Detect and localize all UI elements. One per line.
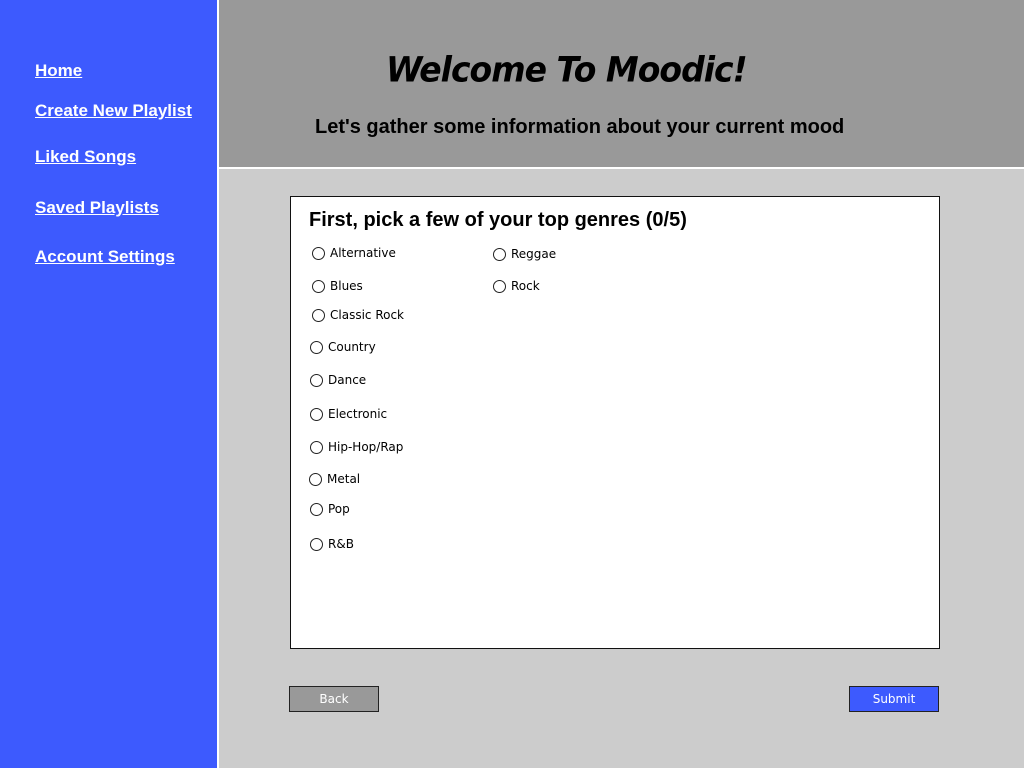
radio-button[interactable] [310,537,323,551]
radio-button[interactable] [312,246,325,260]
nav-home-link[interactable]: Home [35,61,82,81]
genre-option-country[interactable]: Country [310,340,376,354]
genre-label: R&B [328,537,354,551]
sidebar: Home Create New Playlist Liked Songs Sav… [0,0,217,768]
radio-button[interactable] [310,373,323,387]
radio-button[interactable] [310,407,323,421]
genre-label: Blues [330,279,363,293]
header-divider [219,167,1024,169]
page-subtitle: Let's gather some information about your… [315,116,845,138]
genre-label: Classic Rock [330,308,405,322]
genre-option-rock[interactable]: Rock [493,279,540,293]
radio-button[interactable] [312,279,325,293]
genre-label: Pop [328,502,350,516]
radio-button[interactable] [493,279,506,293]
genre-label: Hip-Hop/Rap [328,440,404,454]
genre-option-alternative[interactable]: Alternative [312,246,396,260]
genre-label: Metal [327,472,361,486]
genre-card: First, pick a few of your top genres (0/… [290,196,940,649]
genre-label: Electronic [328,407,388,421]
radio-button[interactable] [310,440,323,454]
radio-button[interactable] [310,340,323,354]
genre-label: Reggae [511,247,557,261]
genre-label: Dance [328,373,367,387]
nav-saved-playlists-link[interactable]: Saved Playlists [35,198,159,218]
nav-create-playlist-link[interactable]: Create New Playlist [35,101,192,121]
genre-label: Rock [511,279,540,293]
radio-button[interactable] [312,308,325,322]
radio-button[interactable] [493,247,506,261]
page-title: Welcome To Moodic! [386,49,748,90]
genre-card-title: First, pick a few of your top genres (0/… [309,209,687,231]
genre-option-dance[interactable]: Dance [310,373,366,387]
genre-label: Alternative [330,246,396,260]
genre-option-metal[interactable]: Metal [309,472,360,486]
genre-label: Country [328,340,376,354]
genre-option-rnb[interactable]: R&B [310,537,354,551]
nav-account-settings-link[interactable]: Account Settings [35,247,175,267]
genre-option-classic-rock[interactable]: Classic Rock [312,308,404,322]
genre-option-pop[interactable]: Pop [310,502,350,516]
nav-liked-songs-link[interactable]: Liked Songs [35,147,136,167]
genre-option-electronic[interactable]: Electronic [310,407,387,421]
genre-option-blues[interactable]: Blues [312,279,363,293]
radio-button[interactable] [309,472,322,486]
back-button[interactable]: Back [289,686,379,712]
genre-option-hip-hop-rap[interactable]: Hip-Hop/Rap [310,440,403,454]
genre-option-reggae[interactable]: Reggae [493,247,556,261]
submit-button[interactable]: Submit [849,686,939,712]
radio-button[interactable] [310,502,323,516]
